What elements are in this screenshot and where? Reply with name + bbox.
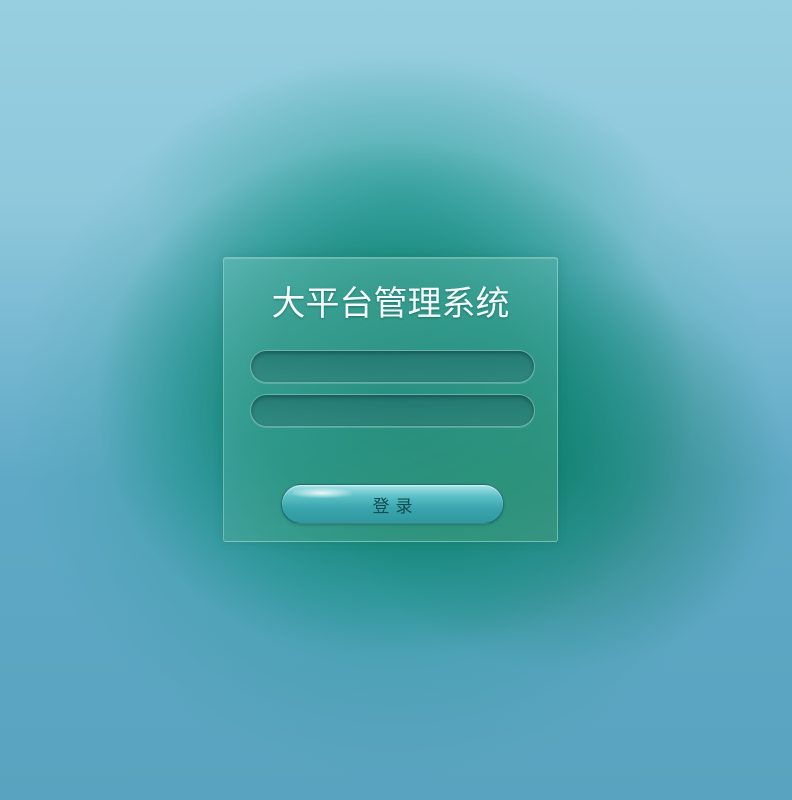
password-input[interactable] (250, 394, 535, 427)
login-panel: 大平台管理系统 登录 (223, 257, 558, 542)
page-title: 大平台管理系统 (271, 284, 510, 324)
login-button[interactable]: 登录 (281, 484, 504, 524)
username-input[interactable] (250, 350, 535, 383)
